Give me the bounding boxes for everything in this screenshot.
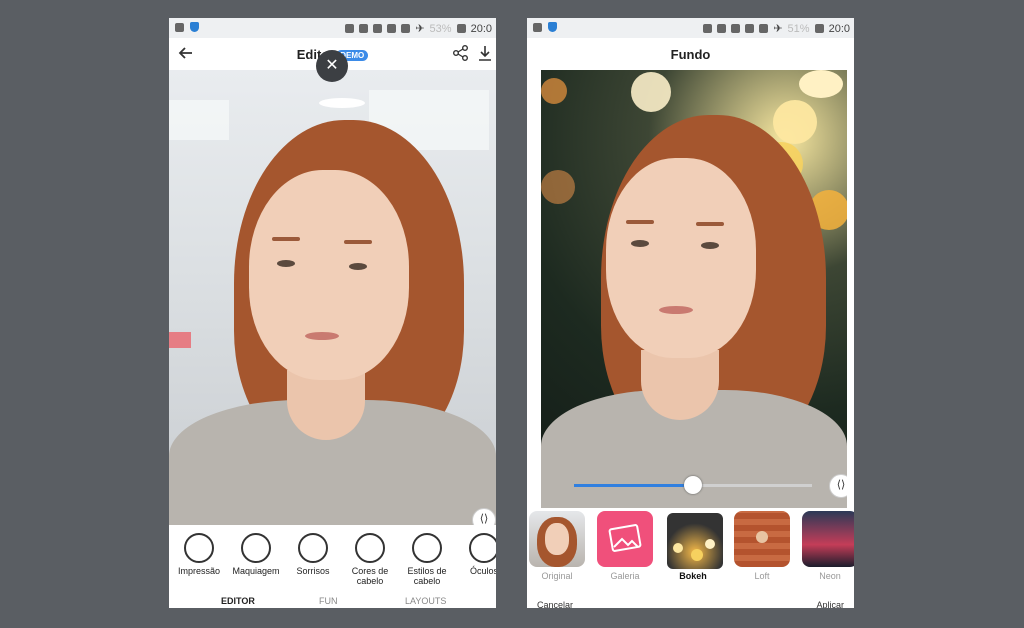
thumb-galeria[interactable] bbox=[597, 511, 653, 567]
clock: 20:0 bbox=[470, 22, 492, 35]
slider-handle[interactable] bbox=[684, 476, 702, 494]
battery-icon bbox=[814, 24, 824, 33]
blur-slider[interactable] bbox=[574, 476, 812, 494]
thumb-loft[interactable] bbox=[734, 511, 790, 567]
close-icon[interactable]: ✕ bbox=[316, 50, 348, 82]
thumb-label: Neon bbox=[819, 571, 841, 581]
shield-icon bbox=[548, 22, 557, 32]
face-makeup-icon bbox=[241, 533, 271, 563]
tool-item[interactable]: Óculos bbox=[458, 525, 496, 576]
tool-label: Maquiagem bbox=[232, 566, 280, 576]
mode-tabs: EDITOR FUN LAYOUTS bbox=[169, 596, 496, 608]
tab-editor[interactable]: EDITOR bbox=[221, 596, 255, 606]
cancel-button[interactable]: Cancelar bbox=[537, 600, 573, 608]
clock: 20:0 bbox=[828, 22, 850, 35]
thumb-label: Loft bbox=[754, 571, 770, 581]
glasses-icon bbox=[469, 533, 496, 563]
tab-fun[interactable]: FUN bbox=[319, 596, 338, 606]
key-icon bbox=[759, 24, 769, 33]
shield-icon bbox=[190, 22, 199, 32]
action-row: Cancelar Aplicar bbox=[527, 600, 854, 608]
thumb-label: Original bbox=[541, 571, 573, 581]
page-title: Fundo bbox=[670, 47, 711, 62]
alarm-icon bbox=[745, 24, 755, 33]
thumb-label: Bokeh bbox=[679, 571, 707, 581]
alarm-icon bbox=[387, 24, 397, 33]
portrait bbox=[169, 70, 496, 525]
tool-label: Óculos bbox=[469, 566, 496, 576]
key-icon bbox=[401, 24, 411, 33]
video-icon bbox=[175, 22, 184, 32]
background-picker: Original Galeria Bokeh Loft Neon bbox=[527, 508, 854, 588]
cast-icon bbox=[703, 24, 713, 33]
tool-label: Impressão bbox=[177, 566, 221, 576]
tool-item[interactable]: Cores de cabelo bbox=[344, 525, 396, 586]
apply-button[interactable]: Aplicar bbox=[816, 600, 844, 608]
cast-icon bbox=[345, 24, 355, 33]
compare-toggle-icon[interactable]: ⟨⟩ bbox=[829, 474, 847, 498]
status-bar: ✈ 53% 20:0 bbox=[169, 18, 496, 38]
compare-toggle-icon[interactable]: ⟨⟩ bbox=[472, 508, 496, 525]
do-not-disturb-icon bbox=[373, 24, 383, 33]
tool-label: Estilos de cabelo bbox=[407, 566, 447, 586]
video-icon bbox=[533, 22, 542, 32]
airplane-icon: ✈ bbox=[773, 23, 783, 35]
face-sparkle-icon bbox=[184, 533, 214, 563]
gallery-icon bbox=[608, 524, 642, 552]
headset-icon bbox=[717, 24, 727, 33]
background-screen: ✈ 51% 20:0 Fundo ⟨⟩ Original Galeria Bok… bbox=[527, 18, 854, 608]
share-icon[interactable] bbox=[452, 44, 470, 62]
tool-item[interactable]: Sorrisos bbox=[287, 525, 339, 576]
headset-icon bbox=[359, 24, 369, 33]
top-bar: Fundo bbox=[527, 38, 854, 70]
download-icon[interactable] bbox=[476, 44, 494, 62]
thumb-label: Galeria bbox=[610, 571, 640, 581]
tool-label: Cores de cabelo bbox=[351, 566, 389, 586]
status-bar: ✈ 51% 20:0 bbox=[527, 18, 854, 38]
airplane-icon: ✈ bbox=[415, 23, 425, 35]
thumb-bokeh[interactable] bbox=[665, 511, 725, 571]
thumb-neon[interactable] bbox=[802, 511, 854, 567]
editor-screen: ✈ 53% 20:0 Editor DEMO ⟨⟩ ✕ Impressão Maqu… bbox=[169, 18, 496, 608]
hair-color-icon bbox=[355, 533, 385, 563]
hair-style-icon bbox=[412, 533, 442, 563]
thumb-original[interactable] bbox=[529, 511, 585, 567]
battery-level: 51% bbox=[787, 22, 810, 35]
do-not-disturb-icon bbox=[731, 24, 741, 33]
tool-item[interactable]: Estilos de cabelo bbox=[401, 525, 453, 586]
tool-item[interactable]: Maquiagem bbox=[230, 525, 282, 576]
tool-label: Sorrisos bbox=[296, 566, 330, 576]
portrait bbox=[541, 70, 847, 525]
slider-fill bbox=[574, 484, 693, 487]
battery-icon bbox=[456, 24, 466, 33]
photo-canvas: ⟨⟩ bbox=[169, 70, 496, 525]
photo-canvas: ⟨⟩ bbox=[541, 70, 847, 525]
battery-level: 53% bbox=[429, 22, 452, 35]
face-smile-icon bbox=[298, 533, 328, 563]
tool-item[interactable]: Impressão bbox=[173, 525, 225, 576]
tab-layouts[interactable]: LAYOUTS bbox=[405, 596, 446, 606]
tool-strip: Impressão Maquiagem Sorrisos Cores de cabel… bbox=[169, 525, 496, 593]
